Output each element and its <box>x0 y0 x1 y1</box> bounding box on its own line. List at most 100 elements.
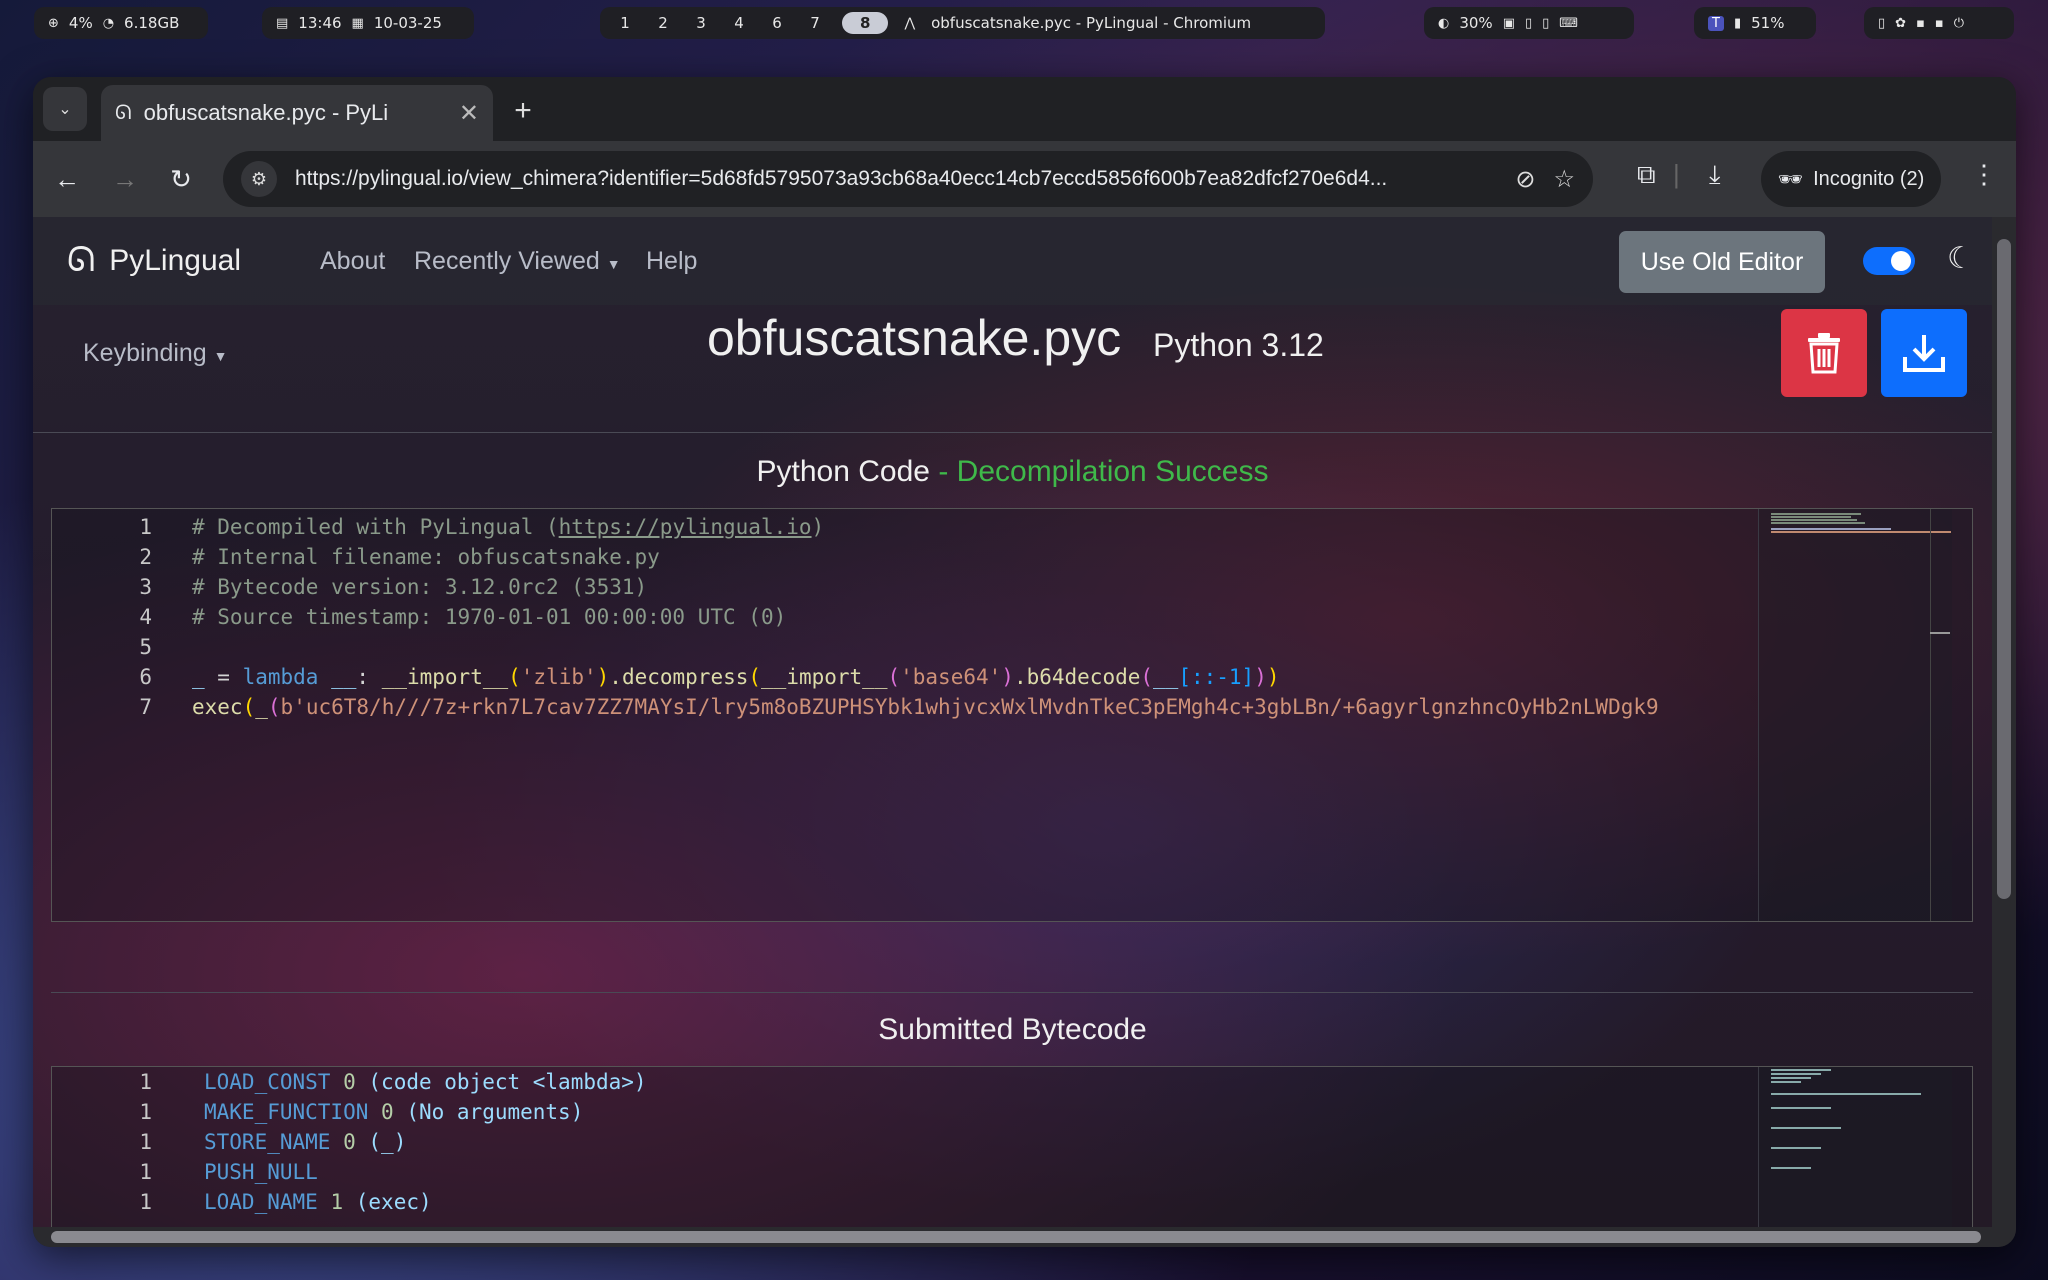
token: ) <box>1254 665 1267 689</box>
active-window-title: obfuscatsnake.pyc - PyLingual - Chromium <box>931 14 1252 32</box>
power-icon[interactable]: ⏻ <box>1954 16 1964 31</box>
download-button[interactable] <box>1881 309 1967 397</box>
page-horizontal-scrollbar[interactable] <box>33 1227 2016 1247</box>
page-content: ᘏ PyLingual About Recently Viewed ▼ Help… <box>33 217 1992 1227</box>
line-number: 1 <box>139 1160 152 1184</box>
brand-name: PyLingual <box>109 243 241 277</box>
toolbar-divider: | <box>1673 159 1680 189</box>
keybinding-label: Keybinding <box>83 339 207 367</box>
token: ( <box>267 695 281 719</box>
minimap-line <box>1771 516 1851 518</box>
pylingual-logo-icon: ᘏ <box>67 241 96 279</box>
python-code-editor[interactable]: 1 2 3 4 5 6 7 # Decompiled with PyLingua… <box>51 508 1973 922</box>
line-number: 7 <box>139 695 152 719</box>
eye-off-icon[interactable]: ⊘ <box>1515 165 1535 194</box>
address-bar[interactable]: ⚙ https://pylingual.io/view_chimera?iden… <box>223 151 1593 207</box>
battery-level: 51% <box>1751 14 1785 32</box>
close-icon[interactable]: ✕ <box>459 99 479 128</box>
minimap-slider[interactable] <box>1930 509 1952 921</box>
bytecode-editor[interactable]: 1 1 1 1 1 LOAD_CONST 0 (code object <lam… <box>51 1066 1973 1227</box>
workspace-6[interactable]: 6 <box>766 14 788 32</box>
cpu-icon: ⊕ <box>48 15 59 31</box>
bytecode-minimap[interactable] <box>1758 1067 1952 1227</box>
workspace-2[interactable]: 2 <box>652 14 674 32</box>
use-old-editor-button[interactable]: Use Old Editor <box>1619 231 1825 293</box>
python-code-heading: Python Code - Decompilation Success <box>33 455 1992 489</box>
tray-icon[interactable]: ▯ <box>1542 16 1549 31</box>
nav-recently-viewed[interactable]: Recently Viewed ▼ <box>414 247 621 276</box>
incognito-badge[interactable]: 🕶 Incognito (2) <box>1761 151 1941 207</box>
workspace-bar: 1 2 3 4 6 7 8 ⋀ obfuscatsnake.pyc - PyLi… <box>600 7 1325 39</box>
star-icon[interactable]: ☆ <box>1553 165 1575 194</box>
nav-help[interactable]: Help <box>646 247 697 276</box>
workspace-8[interactable]: 8 <box>842 12 889 34</box>
code-minimap[interactable] <box>1758 509 1952 921</box>
download-icon <box>1903 335 1945 372</box>
bytecode-row: LOAD_CONST 0 (code object <lambda>) <box>204 1070 647 1094</box>
extensions-icon[interactable]: ⧉ <box>1637 159 1656 191</box>
tray-icon[interactable]: ▪ <box>1935 16 1944 31</box>
token: ( <box>508 665 521 689</box>
opcode: PUSH_NULL <box>204 1160 318 1184</box>
minimap-cursor <box>1930 632 1950 634</box>
tray-icon[interactable]: ▯ <box>1878 16 1885 31</box>
token: : <box>356 665 382 689</box>
incognito-icon: 🕶 <box>1777 168 1804 191</box>
minimap-line <box>1771 1093 1921 1095</box>
python-version: Python 3.12 <box>1153 327 1324 363</box>
browser-toolbar: ← → ↻ ⚙ https://pylingual.io/view_chimer… <box>33 141 2016 217</box>
token: ( <box>887 665 901 689</box>
moon-icon: ☾ <box>1947 242 1974 275</box>
plus-icon: + <box>514 94 532 127</box>
token: b'uc6T8/h///7z+rkn7L7cav7ZZ7MAYsI/lry5m8… <box>280 695 1659 719</box>
forward-button[interactable]: → <box>105 159 145 199</box>
bytecode-row: LOAD_NAME 1 (exec) <box>204 1190 432 1214</box>
keybinding-dropdown[interactable]: Keybinding ▼ <box>83 339 228 368</box>
system-stats: ⊕ 4% ◔ 6.18GB <box>34 7 208 39</box>
pylingual-link[interactable]: https://pylingual.io <box>559 515 812 539</box>
reload-icon: ↻ <box>170 163 192 194</box>
python-code-title: Python Code <box>756 455 930 488</box>
workspace-7[interactable]: 7 <box>804 14 826 32</box>
tray-icon[interactable]: ▣ <box>1503 16 1515 31</box>
token: ( <box>242 695 256 719</box>
url-text[interactable]: https://pylingual.io/view_chimera?identi… <box>295 167 1497 191</box>
delete-button[interactable] <box>1781 309 1867 397</box>
workspace-3[interactable]: 3 <box>690 14 712 32</box>
line-number: 1 <box>139 1100 152 1124</box>
page-vertical-scrollbar[interactable] <box>1992 217 2016 1227</box>
tab-list-button[interactable]: ⌄ <box>43 87 87 131</box>
token: = <box>204 665 243 689</box>
tray-icon[interactable]: ▯ <box>1525 16 1532 31</box>
oparg: 1 <box>330 1190 344 1214</box>
scrollbar-thumb[interactable] <box>51 1231 1981 1243</box>
scrollbar-thumb[interactable] <box>1997 239 2011 899</box>
back-button[interactable]: ← <box>47 159 87 199</box>
minimap-line <box>1771 1073 1821 1075</box>
browser-tab[interactable]: ᘏ obfuscatsnake.pyc - PyLi ✕ <box>101 85 493 141</box>
tray-icon[interactable]: ▪ <box>1916 16 1925 31</box>
token: ( <box>748 665 762 689</box>
workspace-4[interactable]: 4 <box>728 14 750 32</box>
workspace-1[interactable]: 1 <box>614 14 636 32</box>
site-settings-icon[interactable]: ⚙ <box>241 161 277 197</box>
theme-toggle[interactable] <box>1863 247 1915 275</box>
token: ) <box>596 665 610 689</box>
reload-button[interactable]: ↻ <box>161 159 201 199</box>
minimap-line <box>1771 522 1865 524</box>
site-brand[interactable]: ᘏ PyLingual <box>67 241 241 280</box>
minimap-line <box>1771 513 1861 515</box>
new-tab-button[interactable]: + <box>503 91 543 131</box>
arrow-left-icon: ← <box>54 163 80 194</box>
line-number: 6 <box>139 665 152 689</box>
menu-icon[interactable]: ⋮ <box>1971 159 1997 190</box>
oparg: 0 <box>381 1100 394 1124</box>
download-icon[interactable]: ⤓ <box>1709 159 1721 191</box>
minimap-line <box>1771 1107 1831 1109</box>
nav-about[interactable]: About <box>320 247 385 276</box>
token: _ <box>255 695 268 719</box>
keyboard-icon[interactable]: ⌨ <box>1559 16 1578 31</box>
teams-icon[interactable]: T <box>1708 15 1724 31</box>
token: exec <box>192 695 243 719</box>
palette-icon[interactable]: ✿ <box>1895 16 1906 31</box>
